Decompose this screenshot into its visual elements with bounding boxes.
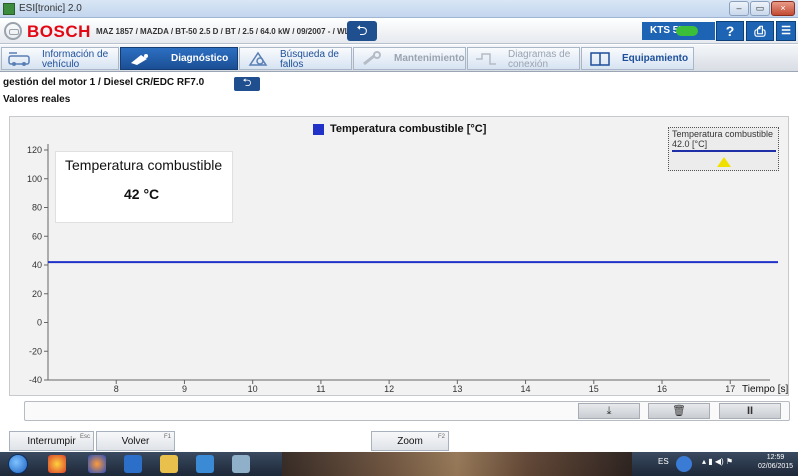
current-value-card: Temperatura combustible 42 °C: [55, 151, 233, 223]
x-tick-label: 11: [316, 384, 325, 394]
back-label: Volver: [121, 436, 150, 447]
tooltip-label: Temperatura combustible: [672, 129, 774, 139]
value-card-label: Temperatura combustible: [65, 157, 223, 173]
y-tick-label: 60: [32, 231, 42, 241]
y-tick-label: 80: [32, 203, 42, 213]
media-icon[interactable]: [124, 455, 142, 473]
y-tick-label: 0: [37, 318, 42, 328]
interrupt-key: Esc: [79, 434, 90, 440]
x-tick-label: 13: [452, 384, 462, 394]
value-tooltip: Temperatura combustible 42.0 [°C]: [668, 127, 779, 171]
folder-icon[interactable]: [160, 455, 178, 473]
interrupt-button[interactable]: Interrumpir Esc: [9, 431, 94, 451]
y-tick-label: -20: [29, 346, 42, 356]
taskbar-background-photo: [282, 452, 632, 476]
zoom-key: F2: [437, 434, 445, 440]
x-tick-label: 17: [725, 384, 735, 394]
esitronic-icon[interactable]: [196, 455, 214, 473]
y-tick-label: 100: [27, 174, 42, 184]
tooltip-series-line: [672, 150, 776, 152]
zoom-fit-button[interactable]: ⤓: [578, 403, 640, 419]
start-button[interactable]: [8, 454, 28, 474]
x-axis-label: Tiempo [s]: [742, 384, 789, 395]
clock-time: 12:59: [766, 454, 785, 461]
back-key: F1: [163, 434, 171, 440]
clock-date: 02/06/2015: [758, 463, 794, 470]
tray-icons[interactable]: ▴ ▮ ◀) ⚑: [702, 457, 733, 466]
warning-triangle-icon: [717, 157, 731, 167]
back-button[interactable]: Volver F1: [96, 431, 175, 451]
chrome-icon[interactable]: [48, 455, 66, 473]
tool-icon[interactable]: [232, 455, 250, 473]
zoom-label: Zoom: [397, 436, 423, 447]
pause-button[interactable]: II: [719, 403, 781, 419]
x-tick-label: 10: [248, 384, 258, 394]
x-tick-label: 9: [182, 384, 187, 394]
value-card-value: 42 °C: [124, 186, 160, 202]
y-tick-label: 20: [32, 289, 42, 299]
zoom-button[interactable]: Zoom F2: [371, 431, 449, 451]
x-tick-label: 15: [589, 384, 599, 394]
x-tick-label: 12: [384, 384, 394, 394]
x-tick-label: 8: [114, 384, 119, 394]
tooltip-value: 42.0 [°C]: [672, 139, 708, 149]
y-tick-label: -40: [29, 375, 42, 385]
language-indicator[interactable]: ES: [658, 457, 669, 466]
delete-button[interactable]: 🗑: [648, 403, 710, 419]
x-tick-label: 14: [521, 384, 531, 394]
y-tick-label: 120: [27, 145, 42, 155]
help-tray-icon[interactable]: [676, 456, 692, 472]
clock: 12:59 02/06/2015: [758, 453, 793, 471]
x-tick-label: 16: [657, 384, 667, 394]
firefox-icon[interactable]: [88, 455, 106, 473]
interrupt-label: Interrumpir: [27, 436, 76, 447]
y-tick-label: 40: [32, 260, 42, 270]
